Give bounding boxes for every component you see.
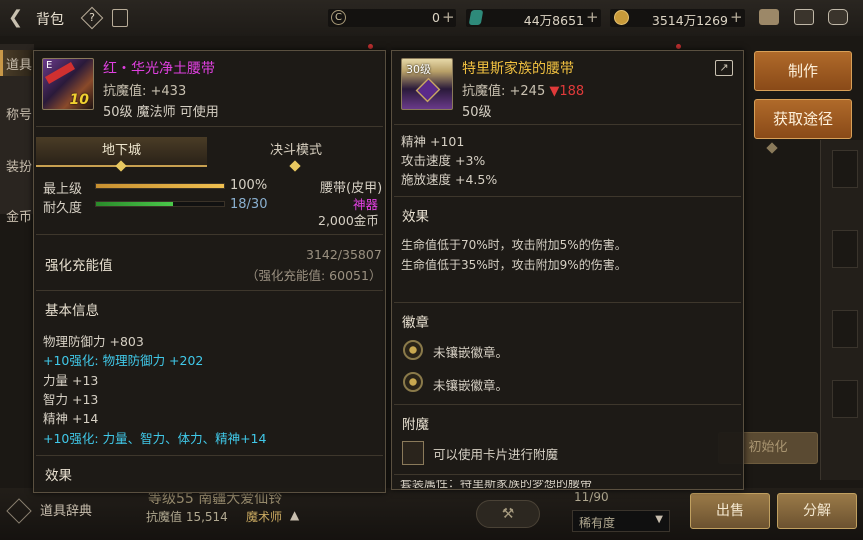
decompose-button[interactable]: 分解 — [777, 493, 857, 529]
mail-icon[interactable] — [794, 9, 814, 25]
inventory-slot[interactable] — [832, 380, 858, 418]
magic-resist-diff: ▼188 — [549, 84, 585, 99]
attribute-line: +10强化: 力量、智力、体力、精神+14 — [43, 431, 267, 446]
inventory-slot[interactable] — [832, 310, 858, 348]
divider — [36, 455, 383, 456]
currency-1-value: 0 — [432, 10, 440, 25]
currency-2-value: 44万8651 — [523, 13, 584, 28]
side-tab-items[interactable]: 道具 — [6, 54, 32, 73]
attribute-line: 智力 +13 — [43, 392, 99, 407]
bottom-item-stat: 抗魔值 15,514 — [146, 510, 228, 524]
enhance-charge-value: 3142/35807 — [306, 247, 382, 262]
durability-value: 18/30 — [230, 197, 268, 212]
set-bonus-line: 套装属性：特里斯家族的梦想的腰带 — [400, 480, 593, 488]
share-icon[interactable]: ↗ — [715, 60, 733, 76]
sell-price: 2,000金币 — [318, 213, 379, 228]
attribute-line: 精神 +14 — [43, 411, 99, 426]
inventory-slot[interactable] — [832, 230, 858, 268]
top-grade-fill — [96, 184, 224, 188]
emblem-socket-icon — [403, 340, 423, 360]
craft-button[interactable]: 制作 — [754, 51, 852, 91]
item-name: 红・华光净土腰带 — [103, 61, 215, 77]
level-requirement: 50级 — [462, 105, 492, 120]
divider — [394, 196, 741, 197]
divider — [394, 124, 741, 125]
bottom-item-class: 魔术师 — [246, 510, 283, 524]
effect-title: 效果 — [45, 468, 72, 484]
emblem-title: 徽章 — [402, 315, 429, 331]
gold-coin-icon — [614, 10, 629, 25]
basic-info-title: 基本信息 — [45, 303, 99, 319]
side-tab-costume[interactable]: 装扮 — [6, 156, 32, 175]
attribute-line: 精神 +101 — [401, 134, 465, 149]
item-dictionary-button[interactable]: 道具辞典 — [40, 500, 92, 519]
divider — [36, 290, 383, 291]
durability-fill — [96, 202, 173, 206]
acquire-source-button[interactable]: 获取途径 — [754, 99, 852, 139]
top-grade-label: 最上级 — [43, 182, 83, 197]
divider — [36, 234, 383, 235]
attribute-line: 物理防御力 +803 — [43, 334, 144, 349]
page-title: 背包 — [36, 12, 64, 28]
shop-bag-icon[interactable] — [759, 9, 779, 25]
effect-line: 生命值低于35%时，攻击附加9%的伤害。 — [401, 258, 627, 272]
attribute-line: 攻击速度 +3% — [401, 153, 486, 168]
effect-line: 生命值低于70%时，攻击附加5%的伤害。 — [401, 238, 627, 252]
divider — [394, 404, 741, 405]
icon-level-tag: 30级 — [406, 63, 431, 76]
notification-dot — [676, 44, 681, 49]
top-grade-bar — [95, 183, 225, 189]
enhance-charge-total: （强化充能值: 60051） — [246, 268, 382, 283]
inventory-count: 11/90 — [574, 490, 609, 504]
divider — [36, 126, 383, 127]
rarity-select[interactable]: 稀有度 ▼ — [572, 510, 670, 532]
coin-icon: C — [331, 10, 346, 25]
attribute-line: 力量 +13 — [43, 373, 99, 388]
durability-bar — [95, 201, 225, 207]
attribute-line: +10强化: 物理防御力 +202 — [43, 353, 204, 368]
belt-item-icon: 30级 — [401, 58, 453, 110]
emblem-socket-text: 未镶嵌徽章。 — [433, 345, 509, 360]
currency-2-add-button[interactable]: + — [586, 8, 599, 26]
effect-title: 效果 — [402, 209, 429, 225]
enhance-charge-title: 强化充能值 — [45, 258, 113, 274]
currency-3-value: 3514万1269 — [651, 13, 728, 28]
currency-1-add-button[interactable]: + — [442, 8, 455, 26]
back-arrow-icon[interactable]: ❮ — [8, 8, 28, 28]
divider — [394, 302, 741, 303]
emblem-socket-icon — [403, 372, 423, 392]
cut-off-text: 套装属性：特里斯家族的梦想的腰带 — [400, 480, 740, 488]
inventory-slot[interactable] — [832, 150, 858, 188]
enchant-slot — [402, 441, 424, 465]
level-requirement: 50级 魔法师 可使用 — [103, 105, 219, 120]
diamond-icon — [766, 142, 778, 154]
book-icon[interactable] — [112, 9, 128, 27]
enchant-text: 可以使用卡片进行附魔 — [433, 447, 559, 462]
belt-item-icon: E 10 — [42, 58, 94, 110]
expand-up-icon[interactable]: ▲ — [290, 508, 299, 522]
chevron-down-icon: ▼ — [655, 514, 663, 525]
rarity-select-value: 稀有度 — [579, 516, 616, 530]
currency-3-add-button[interactable]: + — [730, 8, 743, 26]
side-tab-titles[interactable]: 称号 — [6, 104, 32, 123]
item-name: 特里斯家族的腰带 — [462, 61, 574, 77]
magic-resist: 抗魔值: +433 — [103, 84, 187, 99]
durability-label: 耐久度 — [43, 201, 83, 216]
enchant-title: 附魔 — [402, 417, 429, 433]
emblem-socket-text: 未镶嵌徽章。 — [433, 378, 509, 393]
magic-resist: 抗魔值: +245 ▼188 — [462, 84, 585, 99]
anvil-icon[interactable]: ⚒ — [476, 500, 540, 528]
sell-button[interactable]: 出售 — [690, 493, 770, 529]
icon-enhance-level: 10 — [69, 92, 89, 108]
divider — [394, 474, 741, 475]
chat-icon[interactable] — [828, 9, 848, 25]
attribute-line: 施放速度 +4.5% — [401, 172, 498, 187]
side-tab-gold[interactable]: 金币 — [6, 206, 32, 225]
top-grade-value: 100% — [230, 178, 268, 193]
notification-dot — [368, 44, 373, 49]
